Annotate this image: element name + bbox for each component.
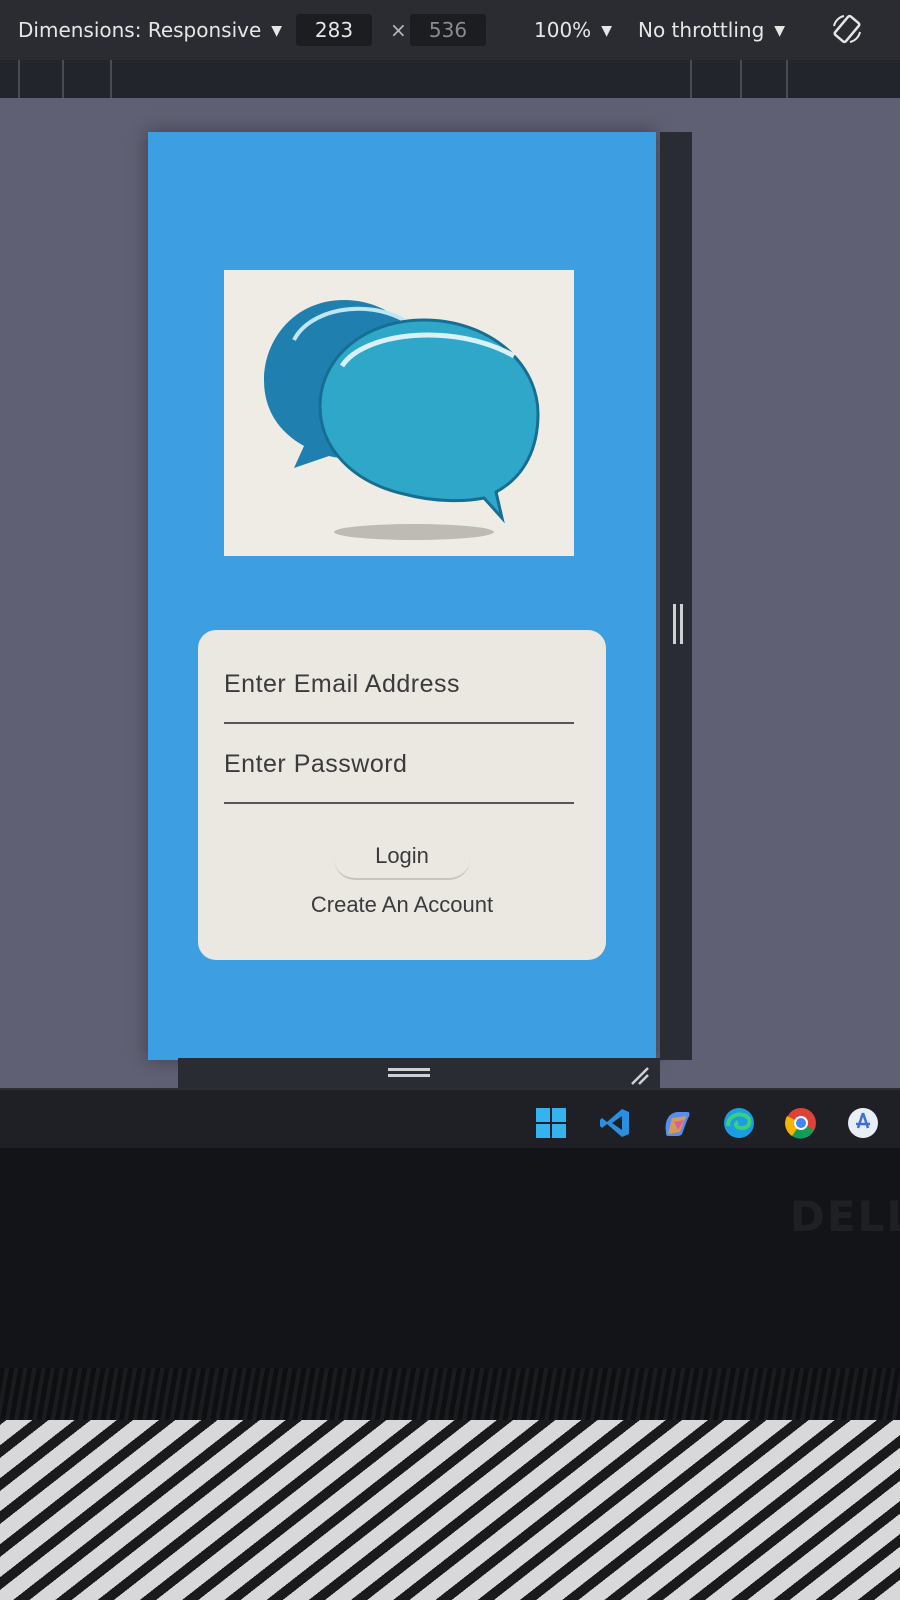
ruler-divider (62, 60, 64, 98)
right-resize-handle[interactable] (660, 132, 692, 1060)
height-input[interactable]: 536 (410, 14, 486, 46)
zoom-dropdown[interactable]: 100% ▼ (534, 18, 612, 42)
laptop-brand-logo: DELL (790, 1192, 900, 1241)
email-field[interactable]: Enter Email Address (224, 642, 574, 724)
copilot-icon[interactable] (660, 1106, 694, 1140)
chevron-down-icon: ▼ (601, 23, 612, 39)
dimensions-label: Dimensions: Responsive (18, 18, 262, 42)
windows-start-icon[interactable] (534, 1106, 568, 1140)
ruler-divider (690, 60, 692, 98)
login-card: Enter Email Address Enter Password Login… (198, 630, 606, 960)
create-account-link[interactable]: Create An Account (198, 892, 606, 918)
devtools-toolbar: Dimensions: Responsive ▼ 283 × 536 100% ▼ … (0, 0, 900, 64)
media-query-ruler (0, 60, 900, 100)
chevron-down-icon: ▼ (271, 23, 283, 39)
vscode-icon[interactable] (598, 1106, 632, 1140)
email-placeholder: Enter Email Address (224, 670, 460, 698)
laptop-speaker-grille (0, 1420, 900, 1600)
corner-resize-icon[interactable] (628, 1064, 650, 1086)
grip-lines-icon (673, 604, 676, 644)
rotate-device-icon[interactable] (830, 12, 864, 46)
bottom-resize-handle[interactable] (178, 1058, 660, 1088)
ruler-divider (110, 60, 112, 98)
edge-icon[interactable] (722, 1106, 756, 1140)
login-button[interactable]: Login (334, 836, 470, 880)
app-store-icon[interactable] (846, 1106, 880, 1140)
dimensions-dropdown[interactable]: Dimensions: Responsive ▼ (18, 18, 282, 42)
laptop-hinge-vent (0, 1368, 900, 1420)
password-field[interactable]: Enter Password (224, 722, 574, 804)
grip-lines-icon (388, 1068, 430, 1071)
throttling-dropdown[interactable]: No throttling ▼ (638, 18, 785, 42)
password-placeholder: Enter Password (224, 750, 408, 778)
chrome-icon[interactable] (784, 1106, 818, 1140)
times-sign: × (390, 18, 407, 42)
throttling-label: No throttling (638, 18, 765, 42)
device-screen: Enter Email Address Enter Password Login… (148, 132, 656, 1060)
chat-logo-image (224, 270, 574, 556)
ruler-divider (786, 60, 788, 98)
zoom-label: 100% (534, 18, 592, 42)
ruler-divider (18, 60, 20, 98)
windows-taskbar (0, 1088, 900, 1150)
width-input[interactable]: 283 (296, 14, 372, 46)
chat-bubbles-icon (264, 300, 540, 540)
chevron-down-icon: ▼ (774, 23, 786, 39)
ruler-divider (740, 60, 742, 98)
